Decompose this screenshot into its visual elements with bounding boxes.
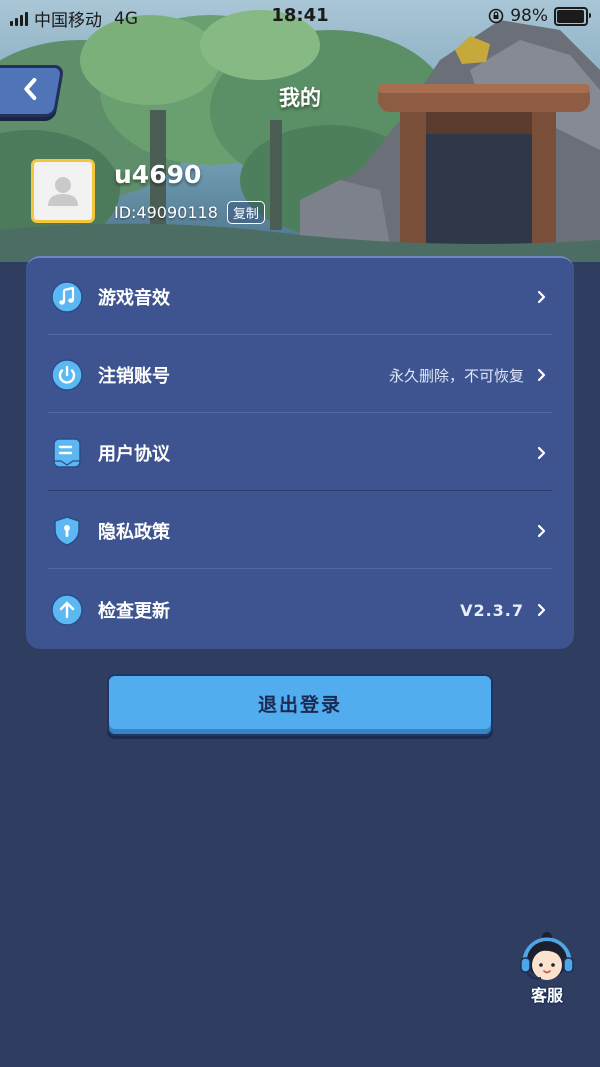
menu-item-user-agreement[interactable]: 用户协议 — [26, 414, 574, 492]
menu-item-privacy-policy[interactable]: 隐私政策 — [26, 492, 574, 570]
menu-item-check-update[interactable]: 检查更新 V2.3.7 — [26, 571, 574, 649]
menu-item-delete-account[interactable]: 注销账号 永久删除，不可恢复 — [26, 336, 574, 414]
menu-item-label: 注销账号 — [98, 366, 170, 387]
settings-menu: 游戏音效 注销账号 永久删除，不可恢复 用户协议 隐私政策 检查更新 V2.3.… — [26, 256, 574, 649]
shield-icon — [54, 516, 80, 546]
menu-item-label: 游戏音效 — [98, 288, 170, 309]
divider — [48, 490, 552, 491]
document-icon — [53, 438, 81, 468]
customer-service-icon — [520, 932, 574, 980]
avatar[interactable] — [31, 159, 95, 223]
menu-item-sound[interactable]: 游戏音效 — [26, 258, 574, 336]
divider — [48, 334, 552, 335]
customer-service-label: 客服 — [530, 986, 563, 1005]
chevron-right-icon — [537, 290, 546, 304]
user-id-row: ID:49090118 复制 — [114, 201, 265, 224]
menu-item-label: 隐私政策 — [98, 522, 170, 543]
battery-percent: 98% — [510, 6, 548, 26]
rotation-lock-icon — [488, 8, 504, 24]
user-id: ID:49090118 — [114, 203, 218, 222]
default-avatar-icon — [34, 162, 92, 220]
status-bar: 中国移动 4G 18:41 98% — [0, 0, 600, 32]
app-version: V2.3.7 — [460, 600, 524, 620]
menu-item-hint: 永久删除，不可恢复 — [388, 366, 524, 385]
menu-item-label: 用户协议 — [98, 444, 170, 465]
arrow-up-icon — [51, 594, 83, 626]
status-right: 98% — [488, 6, 591, 26]
power-icon — [51, 359, 83, 391]
copy-id-button[interactable]: 复制 — [226, 201, 265, 224]
chevron-right-icon — [537, 446, 546, 460]
battery-fill — [557, 9, 585, 23]
logout-button[interactable]: 退出登录 — [107, 674, 493, 736]
menu-item-label: 检查更新 — [98, 601, 170, 622]
battery-icon — [554, 6, 591, 26]
divider — [48, 568, 552, 569]
chevron-right-icon — [537, 603, 546, 617]
header-background — [0, 0, 600, 300]
chevron-right-icon — [537, 368, 546, 382]
page-title: 我的 — [279, 86, 321, 110]
chevron-right-icon — [537, 524, 546, 538]
username: u4690 — [114, 160, 202, 189]
music-note-icon — [51, 281, 83, 313]
divider — [48, 412, 552, 413]
customer-service-button[interactable]: 客服 — [517, 930, 577, 1005]
